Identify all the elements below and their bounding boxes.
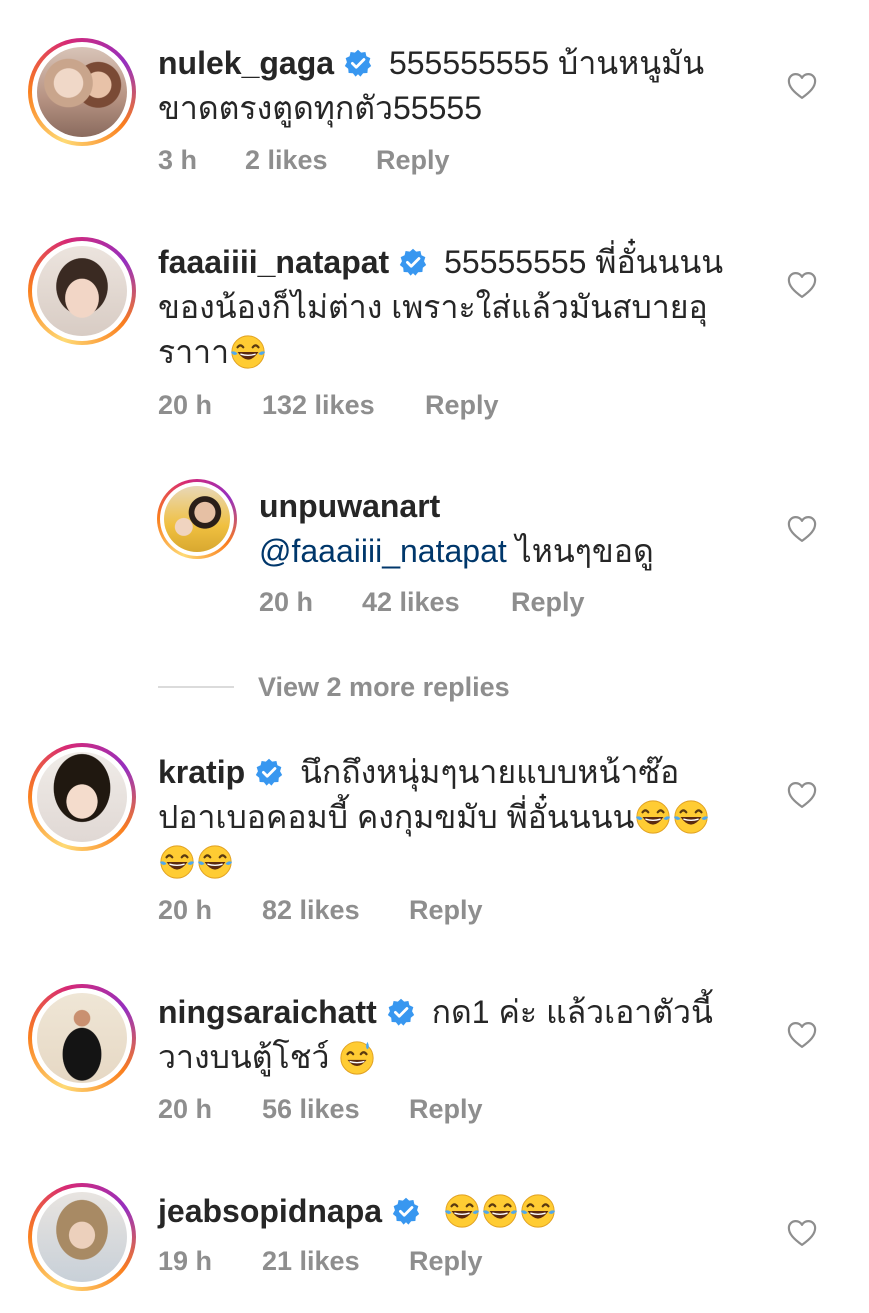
comment-time: 20 h <box>158 895 213 925</box>
avatar[interactable] <box>28 1183 136 1291</box>
likes-count[interactable]: 21 likes <box>262 1246 409 1277</box>
avatar[interactable] <box>28 38 136 146</box>
likes-count[interactable]: 82 likes <box>262 895 409 926</box>
comment-text: 55555555 พี่อั๋นนนน <box>444 244 724 280</box>
comment-username[interactable]: ningsaraichatt <box>158 994 377 1030</box>
tears-of-joy-emoji <box>634 798 672 836</box>
reply-button[interactable]: Reply <box>376 145 450 176</box>
comment-username[interactable]: nulek_gaga <box>158 45 334 81</box>
avatar[interactable] <box>28 743 136 851</box>
comment-time: 20 h <box>259 587 314 617</box>
tears-of-joy-emoji <box>196 843 234 881</box>
heart-icon[interactable] <box>787 271 817 299</box>
mention-link[interactable]: @faaaiiii_natapat <box>259 533 507 569</box>
comment-time: 19 h <box>158 1246 213 1276</box>
divider <box>158 686 234 688</box>
comment-time: 20 h <box>158 390 213 420</box>
heart-icon[interactable] <box>787 1021 817 1049</box>
heart-icon[interactable] <box>787 781 817 809</box>
likes-count[interactable]: 42 likes <box>362 587 511 618</box>
comment-text: 555555555 บ้านหนูมัน <box>388 45 705 81</box>
reply-button[interactable]: Reply <box>511 587 585 618</box>
view-more-replies-button[interactable]: View 2 more replies <box>158 670 510 704</box>
reply-button[interactable]: Reply <box>409 895 483 926</box>
likes-count[interactable]: 56 likes <box>262 1094 409 1125</box>
reply-button[interactable]: Reply <box>425 390 499 421</box>
comment-text: ปอาเบอคอมบี้ คงกุมขมับ พี่อั๋นนนน <box>158 799 635 835</box>
verified-badge-icon <box>255 758 283 786</box>
tears-of-joy-emoji <box>229 333 267 371</box>
reply-button[interactable]: Reply <box>409 1094 483 1125</box>
comment-text: นึกถึงหนุ่มๆนายแบบหน้าซ๊อ <box>300 754 680 790</box>
avatar[interactable] <box>28 237 136 345</box>
tears-of-joy-emoji <box>481 1192 519 1230</box>
grinning-sweat-emoji <box>338 1038 376 1076</box>
view-more-replies-label: View 2 more replies <box>258 671 510 702</box>
heart-icon[interactable] <box>787 1219 817 1247</box>
comment-username[interactable]: faaaiiii_natapat <box>158 244 389 280</box>
heart-icon[interactable] <box>787 72 817 100</box>
comment-text: ราาา <box>158 334 230 370</box>
tears-of-joy-emoji <box>443 1192 481 1230</box>
avatar[interactable] <box>157 479 237 559</box>
verified-badge-icon <box>399 248 427 276</box>
avatar[interactable] <box>28 984 136 1092</box>
comment-text: ของน้องก็ไม่ต่าง เพราะใส่แล้วมันสบายอุ <box>158 289 708 325</box>
comment-text: วางบนตู้โชว์ <box>158 1039 330 1075</box>
likes-count[interactable]: 132 likes <box>262 390 425 421</box>
tears-of-joy-emoji <box>158 843 196 881</box>
comment-text: กด1 ค่ะ แล้วเอาตัวนี้ <box>431 994 713 1030</box>
verified-badge-icon <box>344 49 372 77</box>
comment-time: 3 h <box>158 145 198 175</box>
comment-text: ไหนๆขอดู <box>506 533 654 569</box>
tears-of-joy-emoji <box>519 1192 557 1230</box>
verified-badge-icon <box>387 998 415 1026</box>
likes-count[interactable]: 2 likes <box>245 145 376 176</box>
verified-badge-icon <box>392 1197 420 1225</box>
heart-icon[interactable] <box>787 515 817 543</box>
tears-of-joy-emoji <box>672 798 710 836</box>
comment-username[interactable]: kratip <box>158 754 245 790</box>
reply-button[interactable]: Reply <box>409 1246 483 1277</box>
comment-time: 20 h <box>158 1094 213 1124</box>
comment-username[interactable]: unpuwanart <box>259 488 440 524</box>
comment-text: ขาดตรงตูดทุกตัว55555 <box>158 90 482 126</box>
comment-username[interactable]: jeabsopidnapa <box>158 1193 382 1229</box>
